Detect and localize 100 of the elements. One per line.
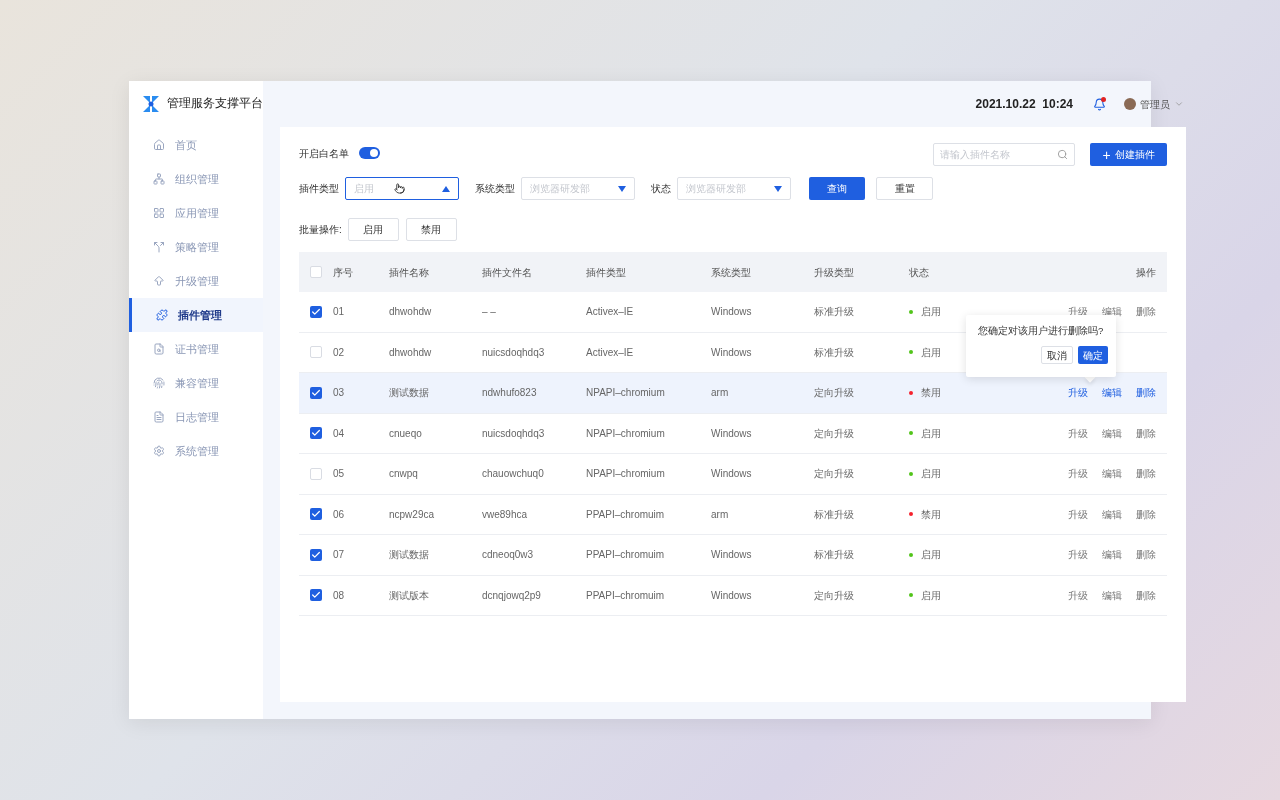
status-text: 启用 (921, 467, 941, 482)
action-link[interactable]: 删除 (1136, 506, 1156, 522)
table-cell: ndwhufo823 (482, 387, 537, 399)
table-cell: Windows (711, 468, 752, 480)
table-cell: Activex–IE (586, 346, 634, 358)
table-cell: 08 (333, 589, 345, 601)
sidebar-item[interactable]: 系统管理 (129, 434, 263, 468)
batch-button[interactable]: 禁用 (405, 218, 457, 241)
action-link[interactable]: 编辑 (1102, 506, 1122, 522)
document-search-icon (153, 343, 165, 355)
checkbox[interactable] (310, 386, 322, 399)
query-button[interactable]: 查询 (809, 177, 865, 200)
sidebar-item[interactable]: 日志管理 (129, 400, 263, 434)
reset-button[interactable]: 重置 (876, 177, 933, 200)
puzzle-icon (156, 309, 168, 321)
caret-icon (618, 185, 626, 192)
cancel-button[interactable]: 取消 (1041, 346, 1073, 365)
table-cell: 06 (333, 508, 345, 520)
action-link[interactable]: 升级 (1068, 385, 1088, 401)
sidebar-item[interactable]: 应用管理 (129, 196, 263, 230)
action-link[interactable]: 删除 (1136, 385, 1156, 401)
highlighted-row[interactable]: 03 测试数据 ndwhufo823 NPAPI–chromium arm 定向升级 禁用 升级 编辑 删除 (299, 373, 1167, 414)
home-icon (153, 139, 165, 151)
logo-icon (141, 94, 161, 114)
sidebar-item[interactable]: 组织管理 (129, 162, 263, 196)
chevron-icon (1174, 99, 1184, 109)
settings-icon (153, 445, 165, 457)
sidebar-item[interactable]: 插件管理 (129, 298, 263, 332)
column-header: 操作 (1136, 266, 1156, 278)
action-link[interactable]: 编辑 (1102, 425, 1122, 441)
action-link[interactable]: 升级 (1068, 547, 1088, 563)
checkbox[interactable] (310, 266, 322, 278)
action-link[interactable]: 编辑 (1102, 587, 1122, 603)
notification-button[interactable] (1093, 97, 1106, 111)
checkbox[interactable] (310, 589, 322, 602)
table-cell: – – (482, 306, 496, 318)
table-cell: NPAPI–chromium (586, 387, 665, 399)
table-cell: arm (711, 387, 729, 399)
table-cell: 标准升级 (814, 306, 854, 318)
status-text: 启用 (921, 305, 941, 320)
sidebar-item[interactable]: 首页 (129, 128, 263, 162)
fingerprint-icon (153, 377, 165, 389)
filter-label: 插件类型 (299, 182, 339, 196)
checkbox[interactable] (310, 467, 322, 480)
table-cell: vwe89hca (482, 508, 528, 520)
action-link[interactable]: 删除 (1136, 466, 1156, 482)
checkbox[interactable] (310, 346, 322, 359)
action-link[interactable]: 删除 (1136, 425, 1156, 441)
table-cell: 测试数据 (389, 549, 429, 561)
arrow-up-icon (153, 275, 165, 287)
table-cell: 定向升级 (814, 468, 854, 480)
checkbox[interactable] (310, 305, 322, 318)
table-cell: 标准升级 (814, 549, 854, 561)
sidebar-item[interactable]: 兼容管理 (129, 366, 263, 400)
filter-label: 系统类型 (475, 182, 515, 196)
toggle-switch[interactable] (359, 147, 380, 159)
status-text: 禁用 (921, 507, 941, 522)
sidebar-item[interactable]: 升级管理 (129, 264, 263, 298)
batch-button[interactable]: 启用 (347, 218, 399, 241)
checkbox[interactable] (310, 548, 322, 561)
pointer-icon (394, 183, 405, 194)
table-cell: 03 (333, 387, 345, 399)
action-link[interactable]: 删除 (1136, 587, 1156, 603)
action-link[interactable]: 编辑 (1102, 547, 1122, 563)
status-text: 禁用 (921, 386, 941, 401)
table-cell: dcnqjowq2p9 (482, 589, 541, 601)
network-icon (153, 173, 165, 185)
checkbox[interactable] (310, 427, 322, 440)
action-link[interactable]: 升级 (1068, 506, 1088, 522)
action-link[interactable]: 删除 (1136, 304, 1156, 320)
avatar (1124, 98, 1136, 110)
table-cell: NPAPI–chromium (586, 427, 665, 439)
search-icon (1057, 149, 1068, 160)
table-cell: Windows (711, 549, 752, 561)
action-link[interactable]: 编辑 (1102, 385, 1122, 401)
status-text: 启用 (921, 548, 941, 563)
action-link[interactable]: 编辑 (1102, 466, 1122, 482)
user-menu[interactable]: 管理员 (1124, 96, 1184, 112)
table-cell: dhwohdw (389, 306, 432, 318)
sidebar-item[interactable]: 证书管理 (129, 332, 263, 366)
checkbox[interactable] (310, 508, 322, 521)
action-link[interactable]: 升级 (1068, 425, 1088, 441)
table-cell: Windows (711, 306, 752, 318)
create-button[interactable]: + 创建插件 (1090, 143, 1167, 166)
table-cell: 定向升级 (814, 387, 854, 399)
action-link[interactable]: 升级 (1068, 587, 1088, 603)
table-cell: chauowchuq0 (482, 468, 544, 480)
table-cell: 定向升级 (814, 589, 854, 601)
table-cell: NPAPI–chromium (586, 468, 665, 480)
filter-label: 状态 (651, 182, 671, 196)
action-link[interactable]: 升级 (1068, 466, 1088, 482)
table-cell: 标准升级 (814, 508, 854, 520)
sidebar-item[interactable]: 策略管理 (129, 230, 263, 264)
confirm-button[interactable]: 确定 (1078, 346, 1108, 365)
action-link[interactable]: 删除 (1136, 547, 1156, 563)
column-header: 插件文件名 (482, 266, 532, 278)
whitelist-label: 开启白名单 (299, 146, 349, 161)
column-header: 系统类型 (711, 266, 751, 278)
column-header: 升级类型 (814, 266, 854, 278)
column-header: 插件类型 (586, 266, 626, 278)
